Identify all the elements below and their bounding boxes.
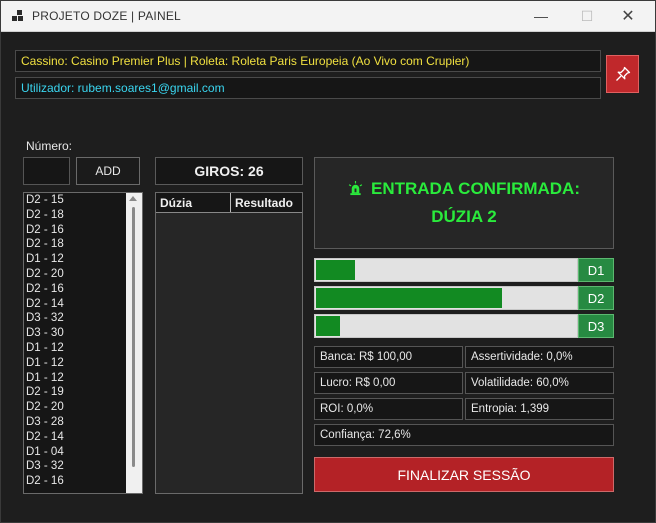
alarm-light-icon (348, 178, 363, 204)
minimize-button[interactable]: — (518, 0, 564, 32)
number-input[interactable] (23, 157, 70, 185)
signal-panel: ENTRADA CONFIRMADA: DÚZIA 2 (314, 157, 614, 249)
dozen-bar-fill (316, 288, 503, 308)
dozen-tag-d2: D2 (578, 286, 614, 310)
history-item[interactable]: D1 - 12 (24, 371, 142, 386)
column-header-resultado[interactable]: Resultado (231, 193, 293, 212)
history-item[interactable]: D2 - 16 (24, 223, 142, 238)
results-table[interactable]: Dúzia Resultado (155, 192, 303, 494)
stat-lucro: Lucro: R$ 0,00 (314, 372, 463, 394)
dozen-bar-d1: D1 (314, 258, 614, 282)
dozen-tag-d3: D3 (578, 314, 614, 338)
history-item[interactable]: D2 - 14 (24, 297, 142, 312)
dozen-bar-track (314, 286, 578, 310)
history-item[interactable]: D2 - 15 (24, 193, 142, 208)
stat-roi: ROI: 0,0% (314, 398, 463, 420)
history-item[interactable]: D1 - 12 (24, 252, 142, 267)
stat-confianca: Confiança: 72,6% (314, 424, 614, 446)
window-title: PROJETO DOZE | PAINEL (32, 9, 181, 23)
signal-line-2: DÚZIA 2 (431, 207, 497, 226)
history-item[interactable]: D2 - 18 (24, 208, 142, 223)
history-item[interactable]: D2 - 18 (24, 237, 142, 252)
stat-banca: Banca: R$ 100,00 (314, 346, 463, 368)
results-table-header: Dúzia Resultado (156, 193, 302, 213)
close-button[interactable]: ✕ (605, 0, 651, 32)
history-item[interactable]: D1 - 04 (24, 445, 142, 460)
scrollbar[interactable] (126, 193, 142, 493)
history-item[interactable]: D1 - 12 (24, 341, 142, 356)
dozen-bar-fill (316, 316, 340, 336)
dozen-bar-track (314, 258, 578, 282)
pin-icon (615, 66, 630, 81)
dozen-bar-d2: D2 (314, 286, 614, 310)
history-item[interactable]: D2 - 14 (24, 430, 142, 445)
dozen-bar-fill (316, 260, 356, 280)
history-item[interactable]: D2 - 20 (24, 267, 142, 282)
history-item[interactable]: D2 - 16 (24, 282, 142, 297)
history-item[interactable]: D3 - 32 (24, 311, 142, 326)
scroll-up-arrow-icon[interactable] (129, 196, 137, 201)
history-item[interactable]: D3 - 32 (24, 459, 142, 474)
stat-entropia: Entropia: 1,399 (465, 398, 614, 420)
history-item[interactable]: D2 - 20 (24, 400, 142, 415)
stat-volatilidade: Volatilidade: 60,0% (465, 372, 614, 394)
user-info: Utilizador: rubem.soares1@gmail.com (15, 77, 601, 99)
casino-info: Cassino: Casino Premier Plus | Roleta: R… (15, 50, 601, 72)
scrollbar-thumb[interactable] (132, 207, 135, 467)
history-item[interactable]: D3 - 28 (24, 415, 142, 430)
title-bar[interactable]: PROJETO DOZE | PAINEL — ☐ ✕ (0, 0, 656, 32)
history-item[interactable]: D3 - 30 (24, 326, 142, 341)
finish-session-button[interactable]: FINALIZAR SESSÃO (314, 457, 614, 492)
signal-line-1: ENTRADA CONFIRMADA: (370, 179, 580, 198)
pin-button[interactable] (606, 55, 639, 93)
app-icon (12, 10, 24, 22)
maximize-button[interactable]: ☐ (564, 0, 610, 32)
history-item[interactable]: D1 - 12 (24, 356, 142, 371)
column-header-duzia[interactable]: Dúzia (156, 193, 231, 212)
dozen-tag-d1: D1 (578, 258, 614, 282)
history-item[interactable]: D2 - 19 (24, 385, 142, 400)
number-label: Número: (26, 139, 73, 153)
dozen-bar-d3: D3 (314, 314, 614, 338)
spins-counter: GIROS: 26 (155, 157, 303, 185)
signal-text: ENTRADA CONFIRMADA: DÚZIA 2 (348, 176, 580, 230)
dozen-bar-track (314, 314, 578, 338)
stat-assertividade: Assertividade: 0,0% (465, 346, 614, 368)
history-list[interactable]: D2 - 15 D2 - 18 D2 - 16 D2 - 18 D1 - 12 D2 - … (23, 192, 143, 494)
history-item[interactable]: D2 - 16 (24, 474, 142, 489)
history-items: D2 - 15 D2 - 18 D2 - 16 D2 - 18 D1 - 12 D2 - … (24, 193, 142, 489)
add-button[interactable]: ADD (76, 157, 140, 185)
